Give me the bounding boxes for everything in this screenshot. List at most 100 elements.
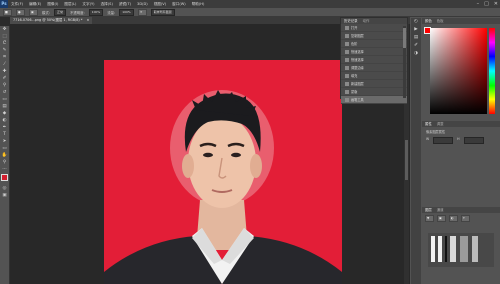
- portrait-image: [104, 60, 342, 284]
- menu-image[interactable]: 图像(I): [44, 2, 61, 7]
- height-label: H: [457, 137, 460, 141]
- type-filter-icon[interactable]: T: [461, 215, 470, 222]
- color-panel-header: 颜色 色板: [422, 18, 500, 24]
- sample-all-layers-button[interactable]: 取样所有图层: [150, 8, 175, 16]
- pixel-filter-icon[interactable]: ▣: [437, 215, 446, 222]
- brush-size-icon[interactable]: ●: [16, 8, 25, 16]
- brush-panel-icon-dock[interactable]: ✐: [411, 42, 421, 50]
- history-item[interactable]: 调整边缘: [341, 64, 407, 72]
- history-state-icon: [345, 57, 349, 62]
- menu-view[interactable]: 视图(V): [151, 2, 169, 7]
- menu-filter[interactable]: 滤镜(T): [116, 2, 134, 7]
- adjustments-tab[interactable]: 调整: [437, 121, 444, 127]
- history-item-selected[interactable]: 画笔工具: [341, 96, 407, 104]
- healing-brush-tool-icon[interactable]: ✚: [0, 68, 9, 75]
- menu-file[interactable]: 文件(F): [8, 2, 26, 7]
- width-field[interactable]: [433, 137, 454, 144]
- menu-edit[interactable]: 编辑(E): [26, 2, 44, 7]
- mode-select[interactable]: 正常: [53, 8, 66, 16]
- menu-type[interactable]: 文字(Y): [79, 2, 97, 7]
- close-icon[interactable]: ✕: [494, 1, 498, 7]
- close-tab-icon[interactable]: ×: [87, 18, 90, 22]
- eraser-tool-icon[interactable]: ▭: [0, 96, 9, 103]
- dimension-row: W H: [422, 136, 500, 145]
- actions-panel-icon[interactable]: ▶: [411, 26, 421, 34]
- blur-tool-icon[interactable]: ◆: [0, 110, 9, 117]
- pen-tool-icon[interactable]: ✒: [0, 124, 9, 131]
- history-item[interactable]: 快速选择: [341, 48, 407, 56]
- crop-tool-icon[interactable]: ⌗: [0, 54, 9, 61]
- minimize-icon[interactable]: –: [477, 1, 480, 7]
- photoshop-logo-icon: Ps: [0, 0, 8, 8]
- menu-select[interactable]: 选择(S): [98, 2, 116, 7]
- hand-tool-icon[interactable]: ✋: [0, 152, 9, 159]
- layer-thumbnails: [431, 236, 478, 262]
- document-tab[interactable]: 7716-0706...png @ 50%(图层 1, RGB/8) * ×: [10, 17, 93, 24]
- properties-panel-icon[interactable]: ▤: [411, 34, 421, 42]
- tool-preset-icon[interactable]: ■: [3, 8, 12, 16]
- history-item[interactable]: 填充: [341, 72, 407, 80]
- history-item[interactable]: 快速选择: [341, 56, 407, 64]
- menu-help[interactable]: 帮助(H): [189, 2, 208, 7]
- opacity-field[interactable]: 100%: [88, 8, 104, 16]
- hue-slider[interactable]: [489, 28, 495, 114]
- foreground-color-swatch[interactable]: [1, 174, 8, 181]
- layer-thumbnail-row[interactable]: [428, 233, 494, 267]
- canvas-scrollbar-thumb[interactable]: [405, 140, 408, 180]
- history-tab[interactable]: 历史记录: [344, 18, 358, 24]
- path-select-tool-icon[interactable]: ➤: [0, 138, 9, 145]
- tools-panel: ✥ ⬚ ᕦ ✎ ⌗ ⁄ ✚ ✐ ⚲ ↺ ▭ ▤ ◆ ◐ ✒ T ➤ ▭ ✋ ⚲ …: [0, 26, 10, 284]
- flow-field[interactable]: 100%: [119, 8, 134, 16]
- properties-tab[interactable]: 属性: [425, 121, 432, 127]
- menu-window[interactable]: 窗口(W): [169, 2, 189, 7]
- shape-tool-icon[interactable]: ▭: [0, 145, 9, 152]
- marquee-tool-icon[interactable]: ⬚: [0, 33, 9, 40]
- color-swatches[interactable]: [0, 173, 10, 185]
- layer-kind-filter[interactable]: ▼: [425, 215, 434, 222]
- layers-tab[interactable]: 图层: [425, 207, 432, 213]
- gradient-tool-icon[interactable]: ▤: [0, 103, 9, 110]
- dodge-tool-icon[interactable]: ◐: [0, 117, 9, 124]
- color-panel: 颜色 色板: [422, 18, 500, 114]
- quick-mask-icon[interactable]: ◎: [0, 185, 9, 192]
- actions-tab[interactable]: 动作: [363, 18, 370, 24]
- more-tools-icon[interactable]: ⋯: [0, 166, 9, 173]
- history-item[interactable]: 复制图层: [341, 32, 407, 40]
- panel-icon-strip: ◴ ▶ ▤ ✐ ◑: [411, 18, 421, 284]
- history-state-icon: [345, 41, 349, 46]
- move-tool-icon[interactable]: ✥: [0, 26, 9, 33]
- history-brush-tool-icon[interactable]: ↺: [0, 89, 9, 96]
- eyedropper-tool-icon[interactable]: ⁄: [0, 61, 9, 68]
- clone-stamp-tool-icon[interactable]: ⚲: [0, 82, 9, 89]
- swatches-tab[interactable]: 色板: [437, 18, 444, 24]
- history-panel-icon[interactable]: ◴: [411, 18, 421, 26]
- history-item[interactable]: 打开: [341, 24, 407, 32]
- flow-label: 流量:: [107, 10, 116, 15]
- portrait-photo[interactable]: [104, 60, 342, 284]
- zoom-tool-icon[interactable]: ⚲: [0, 159, 9, 166]
- properties-panel: 属性 调整 像素图层属性 W H: [422, 121, 500, 201]
- quick-select-tool-icon[interactable]: ✎: [0, 47, 9, 54]
- history-scrollbar-thumb[interactable]: [403, 28, 406, 48]
- brush-tool-icon[interactable]: ✐: [0, 75, 9, 82]
- adjustments-panel-icon[interactable]: ◑: [411, 50, 421, 58]
- history-item[interactable]: 蒙版: [341, 88, 407, 96]
- color-picker-field[interactable]: [430, 28, 487, 114]
- history-item[interactable]: 新建图层: [341, 80, 407, 88]
- opacity-label: 不透明度:: [69, 10, 85, 15]
- height-field[interactable]: [463, 137, 484, 144]
- adjustment-filter-icon[interactable]: ◐: [449, 215, 458, 222]
- lasso-tool-icon[interactable]: ᕦ: [0, 40, 9, 47]
- airbrush-icon[interactable]: ✈: [137, 8, 147, 16]
- history-state-icon: [345, 81, 349, 86]
- color-tab[interactable]: 颜色: [425, 18, 432, 24]
- menu-layer[interactable]: 图层(L): [61, 2, 79, 7]
- menu-3d[interactable]: 3D(D): [134, 2, 151, 6]
- maximize-icon[interactable]: □: [484, 1, 489, 7]
- screen-mode-icon[interactable]: ▣: [0, 192, 9, 199]
- type-tool-icon[interactable]: T: [0, 131, 9, 138]
- history-item[interactable]: 色阶: [341, 40, 407, 48]
- brush-panel-icon[interactable]: ▣: [29, 8, 38, 16]
- history-state-icon: [345, 73, 349, 78]
- channels-tab[interactable]: 通道: [437, 207, 444, 213]
